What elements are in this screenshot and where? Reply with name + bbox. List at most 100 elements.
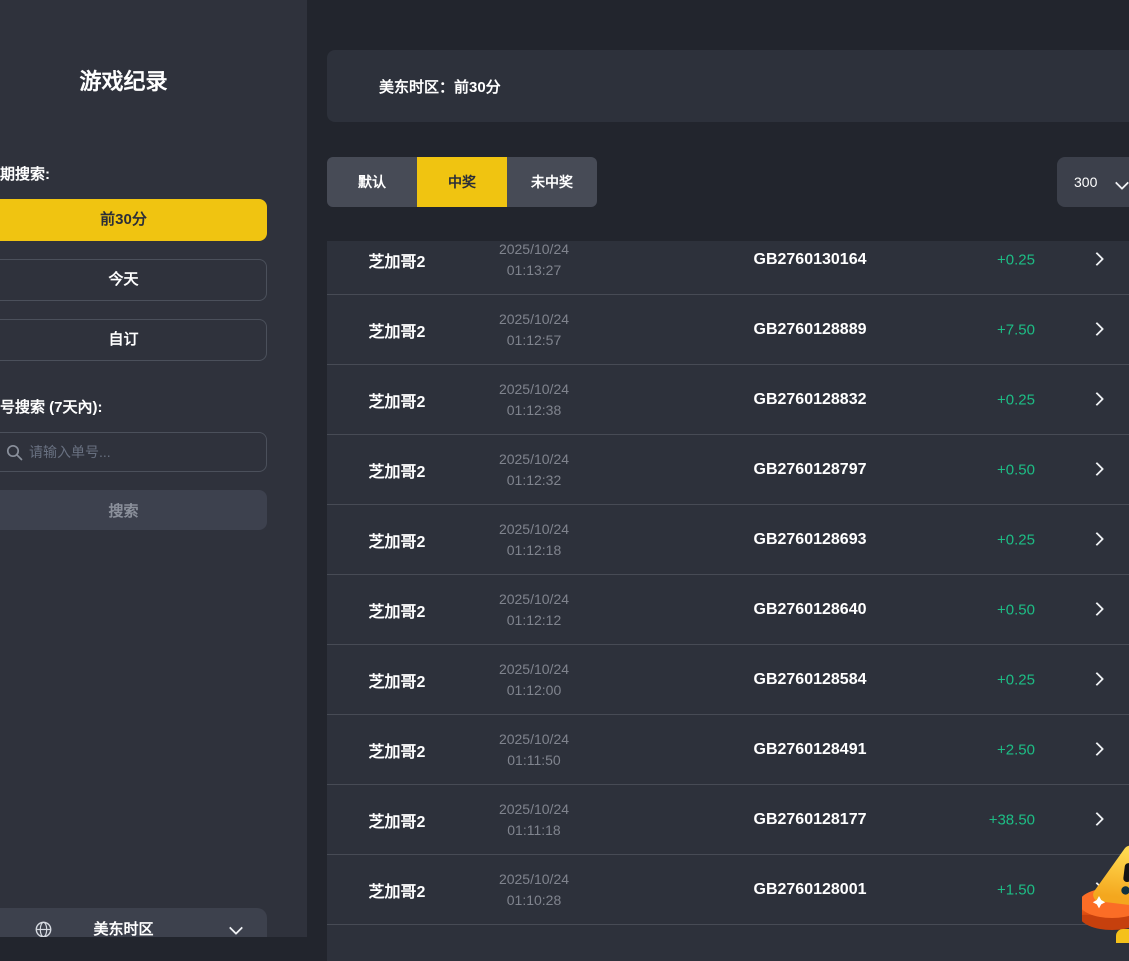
record-datetime: 2025/10/24 01:13:27	[467, 241, 601, 281]
record-time: 01:10:28	[467, 890, 601, 911]
chevron-right-icon	[1090, 391, 1104, 405]
record-game-name: 芝加哥2	[327, 388, 467, 412]
record-datetime: 2025/10/24 01:12:12	[467, 589, 601, 631]
record-win-amount: +0.25	[905, 671, 1035, 688]
record-row[interactable]: 芝加哥2 2025/10/24 01:12:57 GB2760128889 +7…	[327, 295, 1129, 365]
record-datetime: 2025/10/24 01:12:32	[467, 449, 601, 491]
order-search-field	[0, 432, 267, 472]
record-row[interactable]: 芝加哥2 2025/10/24 01:10:28 GB2760128001 +1…	[327, 855, 1129, 925]
order-search-label: 号搜索 (7天內):	[0, 396, 307, 417]
record-win-amount: +0.50	[905, 461, 1035, 478]
record-datetime: 2025/10/24 01:10:28	[467, 869, 601, 911]
record-game-name: 芝加哥2	[327, 878, 467, 902]
date-search-label: 期搜索:	[0, 163, 307, 184]
record-time: 01:12:32	[467, 470, 601, 491]
record-row[interactable]: 芝加哥2 2025/10/24 01:12:18 GB2760128693 +0…	[327, 505, 1129, 575]
record-row[interactable]: 芝加哥2 2025/10/24 01:13:27 GB2760130164 +0…	[327, 241, 1129, 295]
filter-custom-button[interactable]: 自订	[0, 319, 267, 361]
chevron-right-icon	[1090, 741, 1104, 755]
record-date: 2025/10/24	[467, 869, 601, 890]
record-detail-button[interactable]	[1076, 671, 1118, 689]
record-win-amount: +0.50	[905, 601, 1035, 618]
record-detail-button[interactable]	[1076, 391, 1118, 409]
record-detail-button[interactable]	[1076, 321, 1118, 339]
record-time: 01:12:00	[467, 680, 601, 701]
magnifier-icon	[6, 444, 23, 466]
record-datetime: 2025/10/24 01:11:50	[467, 729, 601, 771]
record-row[interactable]: 芝加哥2 2025/10/24 01:11:50 GB2760128491 +2…	[327, 715, 1129, 785]
record-detail-button[interactable]	[1076, 531, 1118, 549]
chevron-right-icon	[1090, 671, 1104, 685]
record-detail-button[interactable]	[1076, 251, 1118, 269]
record-date: 2025/10/24	[467, 449, 601, 470]
record-date: 2025/10/24	[467, 659, 601, 680]
filter-last30min-button[interactable]: 前30分	[0, 199, 267, 241]
sidebar: 游戏纪录 期搜索: 前30分 今天 自订 号搜索 (7天內): 搜索 美东时区	[0, 0, 307, 937]
record-game-name: 芝加哥2	[327, 668, 467, 692]
record-datetime: 2025/10/24 01:11:18	[467, 799, 601, 841]
order-search-input[interactable]	[0, 432, 267, 472]
record-row[interactable]: 芝加哥2 2025/10/24 01:12:12 GB2760128640 +0…	[327, 575, 1129, 645]
record-game-name: 芝加哥2	[327, 248, 467, 272]
chevron-right-icon	[1090, 321, 1104, 335]
record-win-amount: +0.25	[905, 251, 1035, 268]
tab-not-won[interactable]: 未中奖	[507, 157, 597, 207]
timezone-period-header: 美东时区：前30分	[327, 50, 1129, 122]
filter-controls: 默认 中奖 未中奖 300	[327, 157, 1129, 207]
timezone-period-title: 美东时区：前30分	[379, 76, 501, 97]
floating-alert-widget[interactable]	[1082, 843, 1129, 943]
timezone-selector[interactable]: 美东时区	[0, 908, 267, 937]
record-datetime: 2025/10/24 01:12:00	[467, 659, 601, 701]
record-game-name: 芝加哥2	[327, 528, 467, 552]
page-size-value: 300	[1074, 174, 1097, 190]
filter-today-button[interactable]: 今天	[0, 259, 267, 301]
record-datetime: 2025/10/24 01:12:38	[467, 379, 601, 421]
record-time: 01:11:50	[467, 750, 601, 771]
record-win-amount: +38.50	[905, 811, 1035, 828]
page-title: 游戏纪录	[0, 64, 267, 96]
record-date: 2025/10/24	[467, 241, 601, 260]
search-button[interactable]: 搜索	[0, 490, 267, 530]
result-tabs: 默认 中奖 未中奖	[327, 157, 597, 207]
record-time: 01:12:57	[467, 330, 601, 351]
record-row[interactable]: 芝加哥2 2025/10/24 01:11:18 GB2760128177 +3…	[327, 785, 1129, 855]
chevron-right-icon	[1090, 601, 1104, 615]
tab-won[interactable]: 中奖	[417, 157, 507, 207]
warning-triangle-icon	[1082, 843, 1129, 943]
page-size-select[interactable]: 300	[1057, 157, 1129, 207]
records-list: 芝加哥2 2025/10/24 01:13:27 GB2760130164 +0…	[327, 241, 1129, 961]
record-date: 2025/10/24	[467, 799, 601, 820]
chevron-down-icon	[1115, 176, 1129, 190]
record-row[interactable]: 芝加哥2 2025/10/24 01:12:32 GB2760128797 +0…	[327, 435, 1129, 505]
record-time: 01:12:38	[467, 400, 601, 421]
record-game-name: 芝加哥2	[327, 738, 467, 762]
record-game-name: 芝加哥2	[327, 318, 467, 342]
record-win-amount: +0.25	[905, 391, 1035, 408]
record-date: 2025/10/24	[467, 729, 601, 750]
record-win-amount: +0.25	[905, 531, 1035, 548]
chevron-right-icon	[1090, 251, 1104, 265]
record-win-amount: +1.50	[905, 881, 1035, 898]
record-date: 2025/10/24	[467, 379, 601, 400]
record-time: 01:11:18	[467, 820, 601, 841]
record-date: 2025/10/24	[467, 309, 601, 330]
record-game-name: 芝加哥2	[327, 808, 467, 832]
record-detail-button[interactable]	[1076, 811, 1118, 829]
chevron-right-icon	[1090, 531, 1104, 545]
record-datetime: 2025/10/24 01:12:18	[467, 519, 601, 561]
timezone-label: 美东时区	[0, 908, 267, 937]
record-game-name: 芝加哥2	[327, 598, 467, 622]
record-detail-button[interactable]	[1076, 601, 1118, 619]
record-datetime: 2025/10/24 01:12:57	[467, 309, 601, 351]
record-time: 01:12:18	[467, 540, 601, 561]
record-date: 2025/10/24	[467, 589, 601, 610]
tab-default[interactable]: 默认	[327, 157, 417, 207]
record-date: 2025/10/24	[467, 519, 601, 540]
record-row[interactable]: 芝加哥2 2025/10/24 01:12:00 GB2760128584 +0…	[327, 645, 1129, 715]
chevron-right-icon	[1090, 811, 1104, 825]
record-detail-button[interactable]	[1076, 741, 1118, 759]
record-row[interactable]: 芝加哥2 2025/10/24 01:12:38 GB2760128832 +0…	[327, 365, 1129, 435]
chevron-right-icon	[1090, 461, 1104, 475]
record-win-amount: +7.50	[905, 321, 1035, 338]
record-detail-button[interactable]	[1076, 461, 1118, 479]
